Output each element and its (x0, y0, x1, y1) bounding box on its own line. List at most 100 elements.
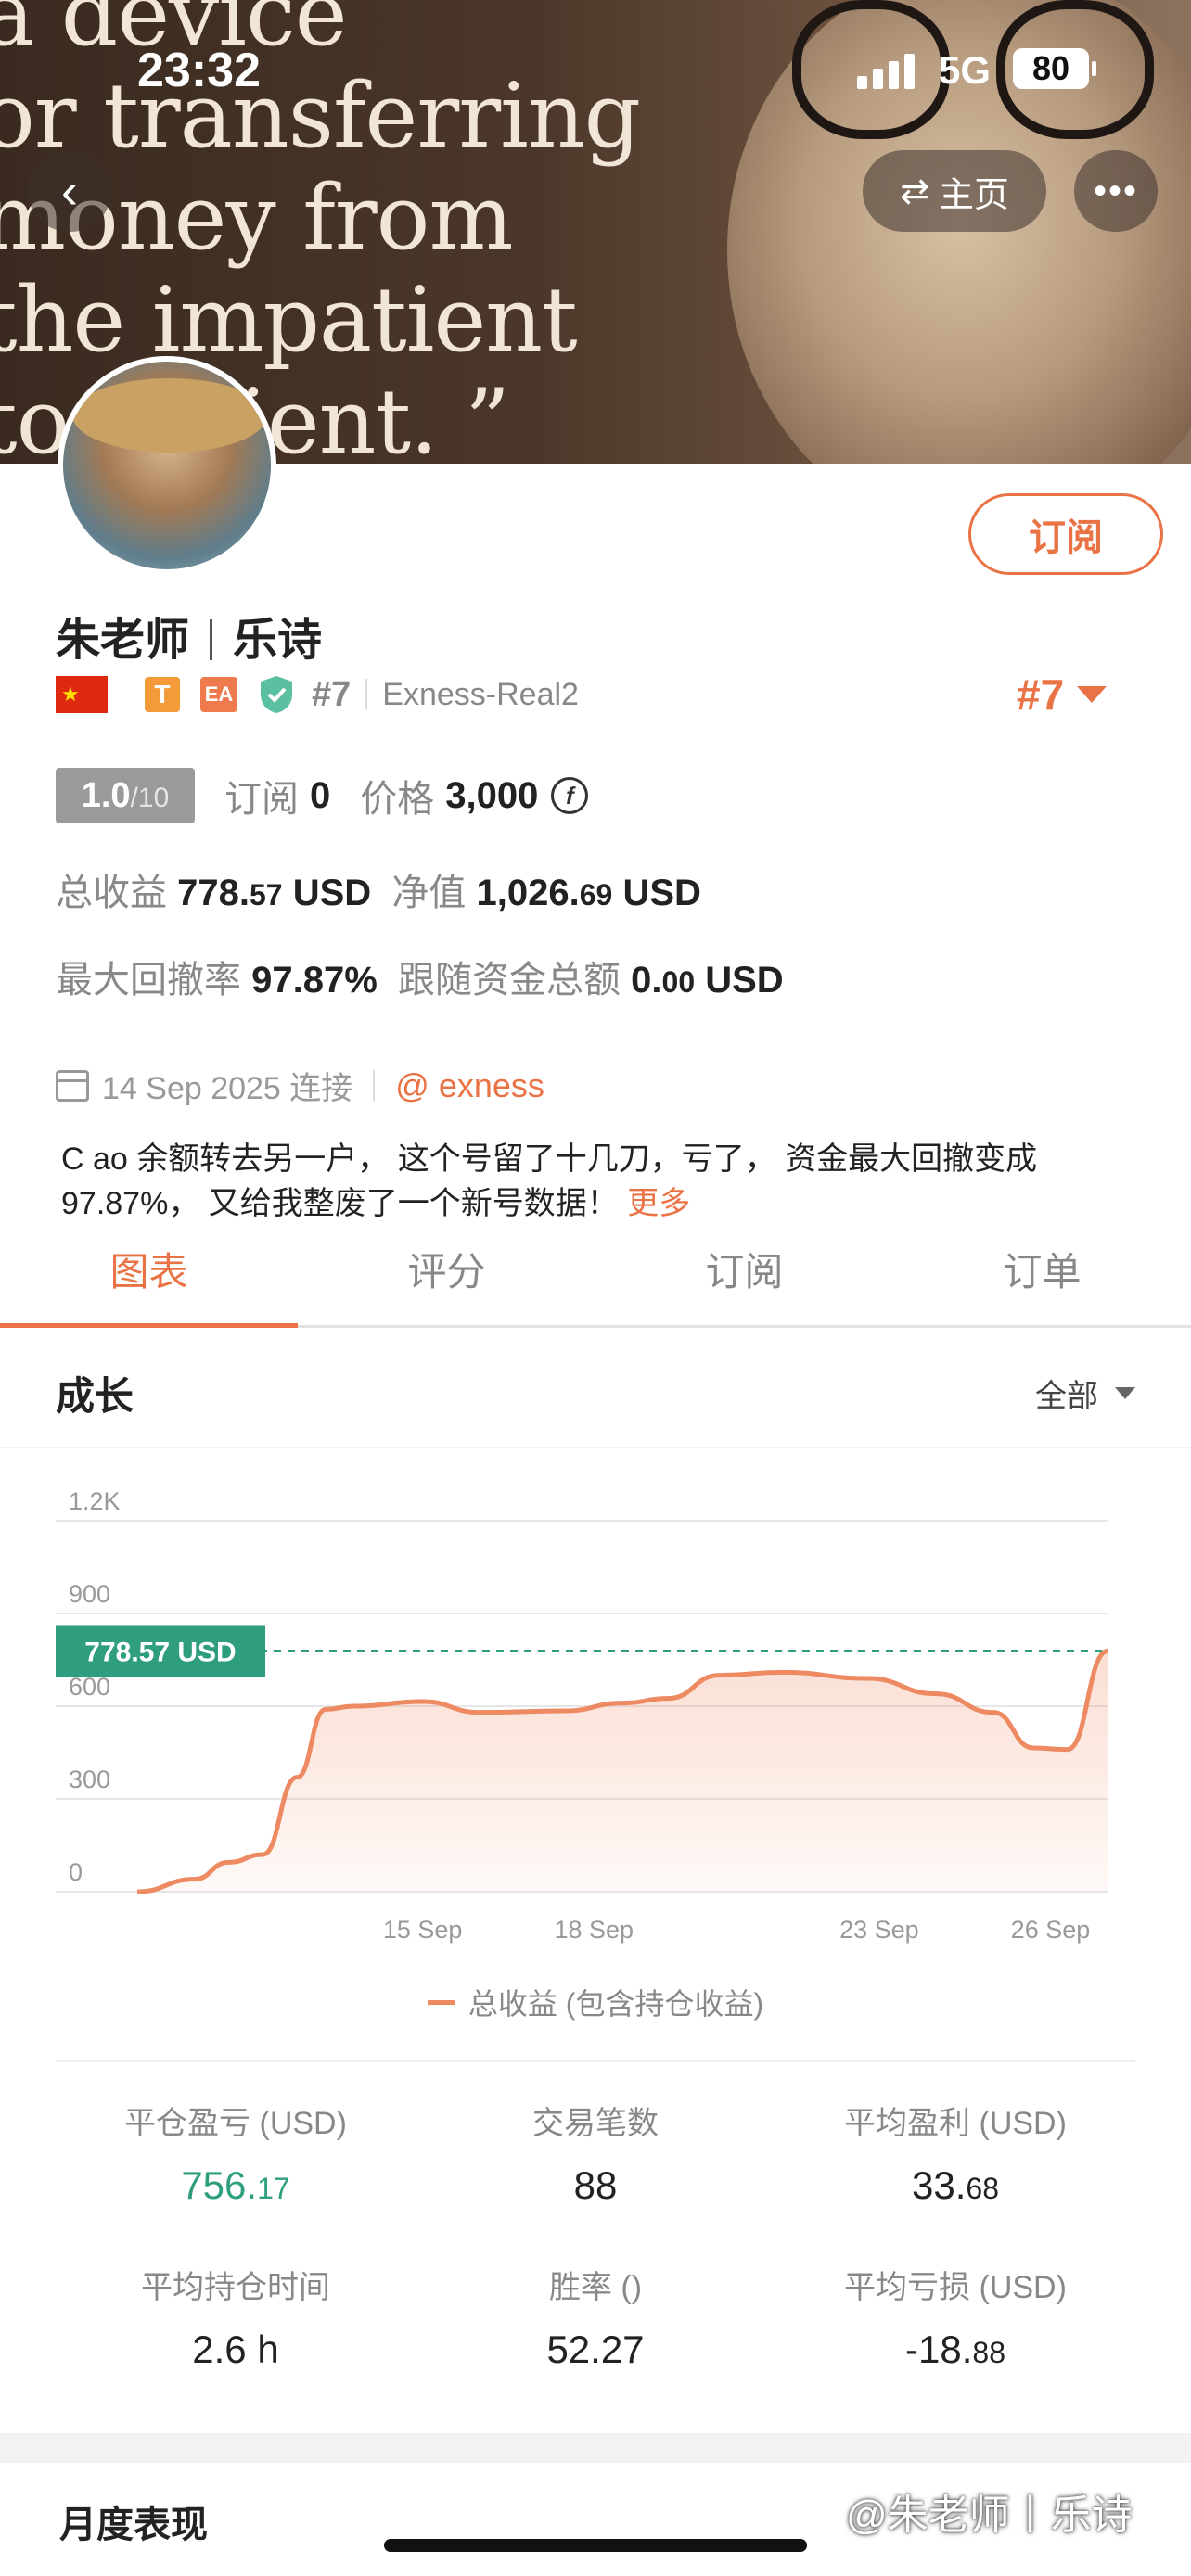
stat-avg-profit: 平均盈利 (USD) 33.68 (775, 2098, 1135, 2208)
tab-rating[interactable]: 评分 (298, 1233, 596, 1325)
score-value: 1.0 (81, 776, 131, 815)
more-link[interactable]: 更多 (627, 1186, 690, 1221)
stat-value: 756.17 (56, 2163, 416, 2208)
caret-down-icon (1077, 686, 1108, 703)
total-profit-value: 778.57 USD (177, 873, 371, 913)
x-tick-label: 18 Sep (554, 1916, 634, 1944)
stat-int: -18. (905, 2327, 973, 2371)
follow-currency: USD (695, 960, 784, 1001)
broker-link[interactable]: @ exness (395, 1066, 544, 1105)
stat-dec: 68 (966, 2172, 999, 2205)
stat-value: 52.27 (416, 2327, 775, 2372)
stat-dec: 17 (257, 2172, 290, 2205)
total-profit-int: 778. (177, 873, 250, 913)
equity-label: 净值 (391, 873, 467, 913)
home-indicator[interactable] (384, 2539, 807, 2552)
reference-label: 778.57 USD (84, 1637, 236, 1667)
y-tick-label: 0 (69, 1858, 83, 1886)
score-row: 1.0/10 订阅 0 价格 3,000 f (56, 768, 589, 823)
china-flag-icon: ★ (56, 676, 108, 713)
growth-header: 成长 全部 (0, 1332, 1191, 1448)
y-tick-label: 900 (69, 1580, 110, 1608)
more-button[interactable]: ••• (1074, 150, 1158, 232)
subs-value: 0 (310, 774, 331, 816)
stat-label: 平均盈利 (USD) (844, 2106, 1067, 2141)
rank-dropdown[interactable]: #7 (1017, 670, 1108, 720)
name-left: 朱老师 (56, 616, 190, 665)
series-area (137, 1651, 1108, 1892)
chart-legend[interactable]: 总收益 (包含持仓收益) (0, 1981, 1191, 2023)
connect-date: 14 Sep 2025 连接 (102, 1071, 353, 1106)
signal-icon (857, 52, 915, 89)
follow-funds-value: 0.00 USD (631, 960, 784, 1001)
avatar[interactable] (58, 356, 276, 575)
x-tick-label: 15 Sep (383, 1916, 463, 1944)
back-icon: ‹ (61, 163, 78, 219)
equity-int: 1,026. (476, 873, 580, 913)
x-tick-label: 26 Sep (1011, 1916, 1091, 1944)
coin-icon: f (551, 777, 589, 814)
home-button[interactable]: ⇄ 主页 (863, 150, 1046, 232)
server-name: Exness-Real2 (382, 676, 579, 712)
verified-shield-icon (261, 676, 292, 713)
rank-right-label: #7 (1017, 670, 1065, 719)
stat-int: 756. (181, 2163, 258, 2207)
stat-dec: 88 (972, 2336, 1005, 2369)
network-label: 5G (939, 48, 992, 92)
back-button[interactable]: ‹ (28, 150, 111, 232)
y-tick-label: 300 (69, 1766, 110, 1793)
score-badge: 1.0/10 (56, 768, 195, 823)
max-drawdown-label: 最大回撤率 (56, 960, 241, 1001)
tab-bar: 图表 评分 订阅 订单 (0, 1233, 1191, 1328)
equity-dec: 69 (579, 878, 613, 912)
profit-row: 总收益 778.57 USD 净值 1,026.69 USD (56, 862, 701, 916)
stat-avg-hold: 平均持仓时间 2.6 h (56, 2262, 416, 2372)
growth-chart[interactable]: 0 300 600 900 1.2K 15 Sep 18 Sep 23 Sep 26 Sep 77… (0, 1484, 1191, 2003)
stat-closed-pnl: 平仓盈亏 (USD) 756.17 (56, 2098, 416, 2208)
follow-funds-label: 跟随资金总额 (398, 960, 621, 1001)
monthly-title: 月度表现 (59, 2505, 208, 2545)
price-label: 价格 (360, 779, 435, 820)
stat-value: -18.88 (775, 2327, 1135, 2372)
stat-win-rate: 胜率 () 52.27 (416, 2262, 775, 2372)
range-label: 全部 (1035, 1379, 1098, 1414)
tab-chart[interactable]: 图表 (0, 1233, 298, 1328)
range-dropdown[interactable]: 全部 (1035, 1371, 1135, 1416)
total-profit-label: 总收益 (56, 873, 167, 913)
subscribe-button[interactable]: 订阅 (968, 493, 1163, 575)
y-tick-label: 1.2K (69, 1487, 121, 1515)
description-text: C ao 余额转去另一户， 这个号留了十几刀，亏了， 资金最大回撤变成97.87… (61, 1141, 1038, 1221)
status-bar: 23:32 5G 80 (0, 0, 1191, 139)
quote-line: the impatient (0, 268, 578, 372)
stat-label: 平均亏损 (USD) (844, 2270, 1067, 2305)
subs-label: 订阅 (224, 779, 299, 820)
rank-badge: #7 (312, 674, 352, 714)
stat-label: 平均持仓时间 (141, 2270, 330, 2305)
straw-hat (72, 378, 267, 453)
more-icon: ••• (1093, 170, 1138, 211)
watermark: @朱老师丨乐诗 (846, 2493, 1133, 2538)
divider (56, 2060, 1135, 2062)
growth-title: 成长 (56, 1374, 134, 1418)
stat-trades: 交易笔数 88 (416, 2098, 775, 2208)
x-tick-label: 23 Sep (839, 1916, 919, 1944)
stat-int: 33. (912, 2163, 967, 2207)
status-time: 23:32 (137, 44, 261, 97)
badge-row: ★ T EA #7 Exness-Real2 (56, 673, 579, 716)
tab-orders[interactable]: 订单 (893, 1233, 1191, 1325)
stat-value: 88 (416, 2163, 775, 2208)
stat-int: 2.6 h (192, 2327, 279, 2371)
battery-icon: 80 (1013, 48, 1096, 89)
badge-t[interactable]: T (145, 677, 180, 712)
divider (373, 1069, 376, 1102)
name-separator (210, 619, 213, 660)
price-value: 3,000 (445, 774, 539, 816)
tab-subscribe[interactable]: 订阅 (596, 1233, 893, 1325)
stat-label: 平仓盈亏 (USD) (124, 2106, 347, 2141)
stat-label: 胜率 () (548, 2270, 643, 2305)
connect-row: 14 Sep 2025 连接 @ exness (56, 1063, 544, 1108)
stat-label: 交易笔数 (532, 2106, 659, 2141)
trader-name: 朱老师 乐诗 (56, 603, 322, 668)
badge-ea[interactable]: EA (200, 677, 237, 712)
y-tick-label: 600 (69, 1673, 110, 1701)
